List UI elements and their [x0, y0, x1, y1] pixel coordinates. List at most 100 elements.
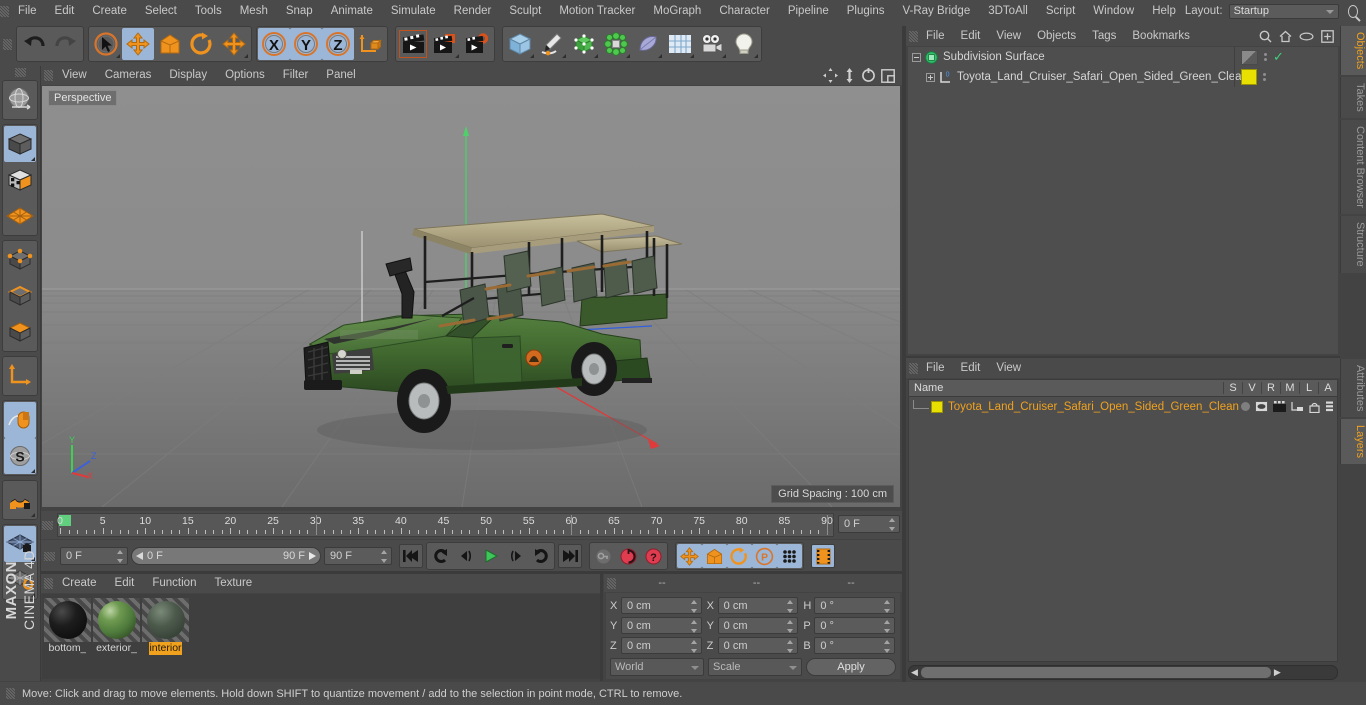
- left-toolbar-grip[interactable]: [14, 68, 26, 77]
- material-menu-texture[interactable]: Texture: [205, 574, 261, 593]
- menu-item-window[interactable]: Window: [1084, 0, 1143, 22]
- menu-item-tools[interactable]: Tools: [186, 0, 231, 22]
- move-tool[interactable]: [122, 28, 154, 60]
- workplane-mode-button[interactable]: [4, 198, 36, 234]
- menu-item-animate[interactable]: Animate: [322, 0, 382, 22]
- scale-tool[interactable]: [154, 28, 186, 60]
- layer-name[interactable]: Toyota_Land_Cruiser_Safari_Open_Sided_Gr…: [948, 401, 1239, 413]
- menu-item-pipeline[interactable]: Pipeline: [779, 0, 838, 22]
- timeline-end-field[interactable]: 0 F: [838, 515, 900, 533]
- lock-icon[interactable]: [1309, 401, 1320, 413]
- viewport-menu-options[interactable]: Options: [216, 66, 274, 85]
- check-icon[interactable]: ✓: [1273, 49, 1284, 65]
- polygon-mode-button[interactable]: [4, 314, 36, 350]
- viewport-menu-cameras[interactable]: Cameras: [96, 66, 161, 85]
- spinner-icon[interactable]: [690, 620, 698, 633]
- menu-item-3dtoall[interactable]: 3DToAll: [979, 0, 1037, 22]
- layer-column-s[interactable]: S: [1223, 382, 1242, 394]
- object-tree[interactable]: Subdivision Surface ✓ 0 Toyota_Land_Crui…: [908, 47, 1338, 354]
- tab-objects[interactable]: Objects: [1340, 26, 1366, 76]
- menu-item-render[interactable]: Render: [445, 0, 501, 22]
- material-menu-function[interactable]: Function: [143, 574, 205, 593]
- next-frame-button[interactable]: [503, 544, 528, 568]
- menu-item-vray-bridge[interactable]: V-Ray Bridge: [893, 0, 979, 22]
- transport-grip[interactable]: [44, 551, 55, 561]
- menu-item-script[interactable]: Script: [1037, 0, 1084, 22]
- material-thumbnail[interactable]: [44, 598, 91, 642]
- preview-range-slider[interactable]: 0 F 90 F: [131, 547, 321, 565]
- tab-structure[interactable]: Structure: [1340, 215, 1366, 273]
- keyframe-selection-button[interactable]: ?: [641, 544, 666, 568]
- expand-icon[interactable]: [926, 72, 935, 82]
- spinner-icon[interactable]: [884, 640, 891, 653]
- play-backwards-button[interactable]: [428, 544, 453, 568]
- object-axis-mode-button[interactable]: [4, 358, 36, 394]
- viewport-menu-display[interactable]: Display: [160, 66, 216, 85]
- previous-frame-button[interactable]: [453, 544, 478, 568]
- apply-button[interactable]: Apply: [806, 658, 896, 676]
- layer-column-l[interactable]: L: [1299, 382, 1318, 394]
- maximize-view-icon[interactable]: [881, 68, 895, 83]
- object-menu-file[interactable]: File: [918, 26, 953, 46]
- go-to-end-button[interactable]: [558, 544, 582, 568]
- rot-p-field[interactable]: 0 °: [814, 617, 896, 634]
- material-name[interactable]: interior: [149, 642, 182, 655]
- rotate-view-icon[interactable]: [861, 68, 876, 83]
- pos-x-field[interactable]: 0 cm: [621, 597, 702, 614]
- coordinate-mode-select[interactable]: Scale: [708, 658, 802, 676]
- visibility-dots-icon[interactable]: [1264, 53, 1267, 61]
- timeline-ruler[interactable]: 051015202530354045505560657075808590: [57, 513, 834, 537]
- render-view-button[interactable]: [397, 28, 429, 60]
- material-thumbnail[interactable]: [93, 598, 140, 642]
- viewport-menu-filter[interactable]: Filter: [274, 66, 318, 85]
- solo-indicator-icon[interactable]: [1241, 402, 1250, 411]
- layer-row[interactable]: Toyota_Land_Cruiser_Safari_Open_Sided_Gr…: [909, 397, 1337, 416]
- spinner-icon[interactable]: [690, 600, 698, 613]
- material-item-bottom[interactable]: bottom_: [44, 598, 91, 675]
- render-settings-button[interactable]: [461, 28, 493, 60]
- object-menu-edit[interactable]: Edit: [953, 26, 989, 46]
- coordinate-grip[interactable]: [607, 577, 616, 589]
- material-thumbnail[interactable]: [142, 598, 189, 642]
- size-x-field[interactable]: 0 cm: [717, 597, 799, 614]
- object-menu-objects[interactable]: Objects: [1029, 26, 1084, 46]
- layer-horizontal-scrollbar[interactable]: ◀ ▶: [908, 665, 1338, 680]
- layer-column-m[interactable]: M: [1280, 382, 1299, 394]
- pan-view-icon[interactable]: [843, 68, 856, 83]
- viewport-navigation-button[interactable]: [4, 82, 36, 118]
- scale-key-button[interactable]: [702, 544, 727, 568]
- spinner-icon[interactable]: [884, 600, 891, 613]
- menu-item-select[interactable]: Select: [136, 0, 186, 22]
- layer-menu-grip[interactable]: [909, 362, 918, 374]
- layer-color-swatch[interactable]: [931, 400, 943, 413]
- material-menu-edit[interactable]: Edit: [106, 574, 144, 593]
- menu-item-edit[interactable]: Edit: [46, 0, 84, 22]
- menu-item-help[interactable]: Help: [1143, 0, 1185, 22]
- material-menu-grip[interactable]: [44, 578, 53, 589]
- menu-item-character[interactable]: Character: [710, 0, 779, 22]
- layer-table[interactable]: Name S V R M L A Toyota_Land_Cruiser_Saf…: [908, 379, 1338, 662]
- go-to-start-button[interactable]: [399, 544, 423, 568]
- layer-menu-view[interactable]: View: [988, 358, 1029, 378]
- live-selection-tool[interactable]: [90, 28, 122, 60]
- animation-icon[interactable]: [1325, 401, 1334, 413]
- spinner-icon[interactable]: [381, 550, 388, 563]
- free-move-tool[interactable]: [218, 28, 250, 60]
- point-mode-button[interactable]: [4, 242, 36, 278]
- coordinate-system-select[interactable]: World: [610, 658, 704, 676]
- object-row-subdivision-surface[interactable]: Subdivision Surface ✓: [908, 47, 1338, 67]
- current-frame-field[interactable]: 0 F: [60, 547, 128, 565]
- spinner-icon[interactable]: [787, 640, 794, 653]
- pos-y-field[interactable]: 0 cm: [621, 617, 702, 634]
- status-grip[interactable]: [6, 688, 15, 699]
- snapping-button[interactable]: [4, 482, 36, 518]
- search-icon[interactable]: [1347, 4, 1358, 18]
- layer-column-v[interactable]: V: [1242, 382, 1261, 394]
- add-camera-button[interactable]: [696, 28, 728, 60]
- play-button[interactable]: [478, 544, 503, 568]
- redo-button[interactable]: [50, 28, 82, 60]
- viewport-menu-panel[interactable]: Panel: [317, 66, 364, 85]
- manager-icon[interactable]: [1291, 401, 1304, 412]
- material-list[interactable]: bottom_ exterior_ interior: [42, 594, 600, 679]
- menu-item-motion-tracker[interactable]: Motion Tracker: [550, 0, 644, 22]
